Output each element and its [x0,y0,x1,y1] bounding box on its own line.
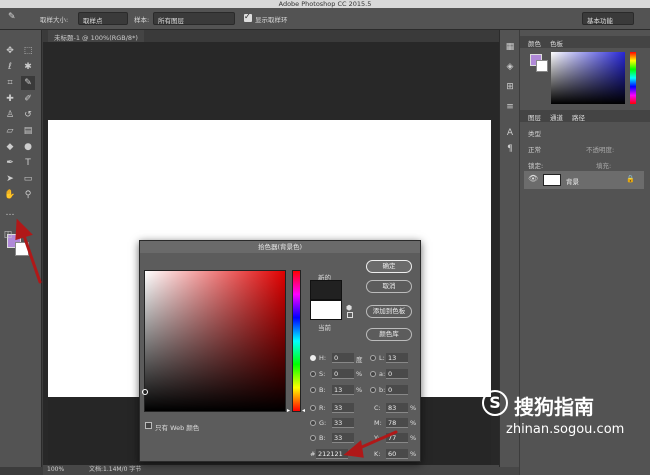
watermark: S 搜狗指南 zhinan.sogou.com [470,388,650,448]
arrow-to-swatch-line [20,228,42,284]
arrow-to-swatch-head [15,218,33,241]
sogou-logo-icon: S [482,390,508,416]
watermark-brand: 搜狗指南 [514,395,594,419]
arrow-to-hex-head [343,440,364,458]
watermark-url: zhinan.sogou.com [506,422,625,437]
